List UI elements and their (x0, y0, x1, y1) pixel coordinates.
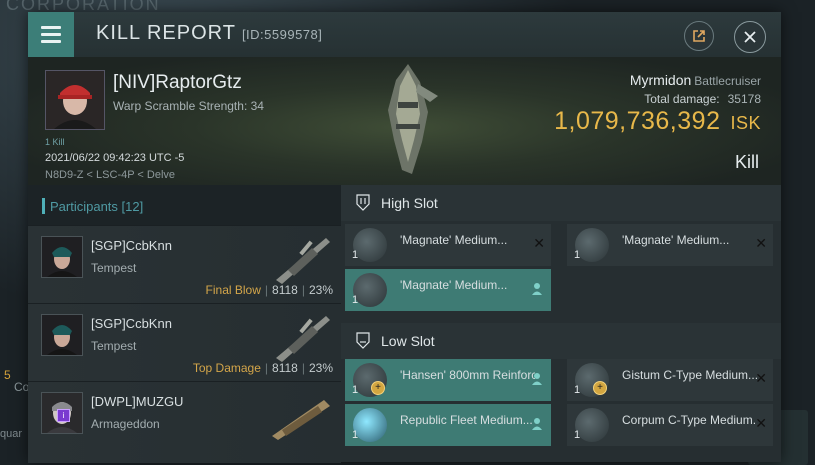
participant-tag: Top Damage (192, 361, 261, 375)
share-button[interactable] (684, 21, 714, 51)
victim-ship-image[interactable] (368, 62, 448, 180)
participants-title: Participants [12] (50, 199, 144, 214)
kill-count: 1 Kill (45, 137, 65, 147)
high-slot-icon (356, 194, 370, 211)
plus-icon: + (593, 381, 607, 395)
title-bar: KILL REPORT [ID:5599578] (28, 12, 781, 58)
plus-icon: + (371, 381, 385, 395)
module-quantity: 1 (574, 384, 581, 396)
participant-percent: 23% (308, 283, 333, 297)
participant-name: [DWPL]MUZGU (91, 394, 184, 409)
module-quantity: 1 (352, 429, 359, 441)
module-item[interactable]: + 1 Gistum C-Type Medium... ✕ (567, 359, 773, 401)
destroyed-icon: ✕ (755, 415, 767, 431)
warp-scramble-strength: Warp Scramble Strength: 34 (113, 99, 264, 113)
info-badge[interactable]: i (57, 409, 70, 422)
participant-row[interactable]: [SGP]CcbKnn Tempest Final Blow | 8118 | 23% (28, 225, 341, 304)
kill-report-panel: KILL REPORT [ID:5599578] [NIV]RaptorGtz … (28, 12, 781, 463)
close-icon (744, 31, 756, 43)
participant-ship-image (272, 400, 330, 440)
total-damage-label: Total damage: (644, 92, 720, 106)
participant-row[interactable]: i [DWPL]MUZGU Armageddon (28, 381, 341, 463)
kill-timestamp: 2021/06/22 09:42:23 UTC -5 (45, 152, 185, 164)
module-item[interactable]: 1 'Magnate' Medium... ✕ (345, 224, 551, 266)
fitting-panel: High Slot 1 'Magnate' Medium... ✕ 1 'Mag… (341, 185, 781, 462)
module-name: 'Hansen' 800mm Reinforce... (400, 368, 535, 382)
participant-row[interactable]: [SGP]CcbKnn Tempest Top Damage | 8118 | 23% (28, 303, 341, 382)
participants-accent-bar (42, 198, 45, 214)
avatar (42, 315, 82, 355)
participant-ship: Tempest (91, 261, 137, 275)
isk-unit: ISK (730, 113, 761, 133)
participant-name: [SGP]CcbKnn (91, 316, 172, 331)
module-quantity: 1 (352, 384, 359, 396)
isk-value: 1,079,736,392 ISK (554, 107, 761, 136)
module-item[interactable]: 1 'Magnate' Medium... (345, 269, 551, 311)
hamburger-icon (41, 24, 61, 45)
avatar (46, 71, 104, 129)
kill-result-label: Kill (734, 152, 759, 172)
window-title-label: KILL REPORT (96, 22, 236, 44)
module-name: 'Magnate' Medium... (622, 233, 730, 247)
high-slot-label: High Slot (381, 195, 438, 211)
module-name: Gistum C-Type Medium... (622, 368, 757, 382)
destroyed-icon: ✕ (755, 235, 767, 251)
participant-portrait[interactable] (41, 314, 83, 356)
participants-header[interactable]: Participants [12] (28, 185, 341, 225)
avatar (42, 237, 82, 277)
victim-ship-class: Battlecruiser (694, 74, 761, 88)
module-quantity: 1 (352, 249, 359, 261)
module-name: 'Magnate' Medium... (400, 233, 508, 247)
kill-summary-header: [NIV]RaptorGtz Warp Scramble Strength: 3… (28, 57, 781, 185)
participant-portrait[interactable] (41, 236, 83, 278)
module-item[interactable]: 1 Corpum C-Type Medium... ✕ (567, 404, 773, 446)
kill-location[interactable]: N8D9-Z < LSC-4P < Delve (45, 169, 175, 181)
total-damage-value: 35178 (727, 92, 761, 106)
window-title: KILL REPORT [ID:5599578] (96, 22, 322, 45)
module-name: Corpum C-Type Medium... (622, 413, 757, 427)
participant-ship: Tempest (91, 339, 137, 353)
participant-ship-image (276, 316, 330, 362)
module-quantity: 1 (574, 429, 581, 441)
high-slot-header: High Slot (341, 185, 781, 221)
background-side-number: 5 (4, 368, 11, 382)
participant-ship: Armageddon (91, 417, 160, 431)
dropped-icon (532, 418, 542, 430)
participant-stats: Final Blow | 8118 | 23% (205, 283, 333, 297)
module-item[interactable]: 1 'Magnate' Medium... ✕ (567, 224, 773, 266)
low-slot-icon (356, 332, 370, 349)
low-slot-label: Low Slot (381, 333, 435, 349)
module-name: 'Magnate' Medium... (400, 278, 508, 292)
victim-ship-name[interactable]: Myrmidon (630, 72, 691, 88)
kill-id: [ID:5599578] (241, 27, 323, 42)
participant-percent: 23% (308, 361, 333, 375)
menu-button[interactable] (28, 12, 74, 57)
module-item[interactable]: 1 Republic Fleet Medium... (345, 404, 551, 446)
background-side-text: quar (0, 428, 23, 440)
victim-portrait[interactable] (45, 70, 105, 130)
destroyed-icon: ✕ (533, 235, 545, 251)
dropped-icon (532, 283, 542, 295)
participant-name: [SGP]CcbKnn (91, 238, 172, 253)
isk-amount: 1,079,736,392 (554, 107, 721, 135)
participant-damage: 8118 (272, 361, 298, 375)
total-damage: Total damage: 35178 (644, 92, 761, 106)
module-item[interactable]: + 1 'Hansen' 800mm Reinforce... (345, 359, 551, 401)
participants-list: Participants [12] [SGP]CcbKnn Tempest Fi… (28, 185, 341, 463)
victim-ship: Myrmidon Battlecruiser (630, 72, 761, 88)
module-quantity: 1 (352, 294, 359, 306)
victim-name[interactable]: [NIV]RaptorGtz (113, 72, 242, 94)
participant-tag: Final Blow (205, 283, 261, 297)
participant-damage: 8118 (272, 283, 298, 297)
destroyed-icon: ✕ (755, 370, 767, 386)
share-icon (693, 30, 705, 42)
participant-stats: Top Damage | 8118 | 23% (192, 361, 333, 375)
module-name: Republic Fleet Medium... (400, 413, 533, 427)
low-slot-header: Low Slot (341, 323, 781, 359)
participant-ship-image (276, 238, 330, 284)
module-quantity: 1 (574, 249, 581, 261)
close-button[interactable] (734, 21, 766, 53)
dropped-icon (532, 373, 542, 385)
